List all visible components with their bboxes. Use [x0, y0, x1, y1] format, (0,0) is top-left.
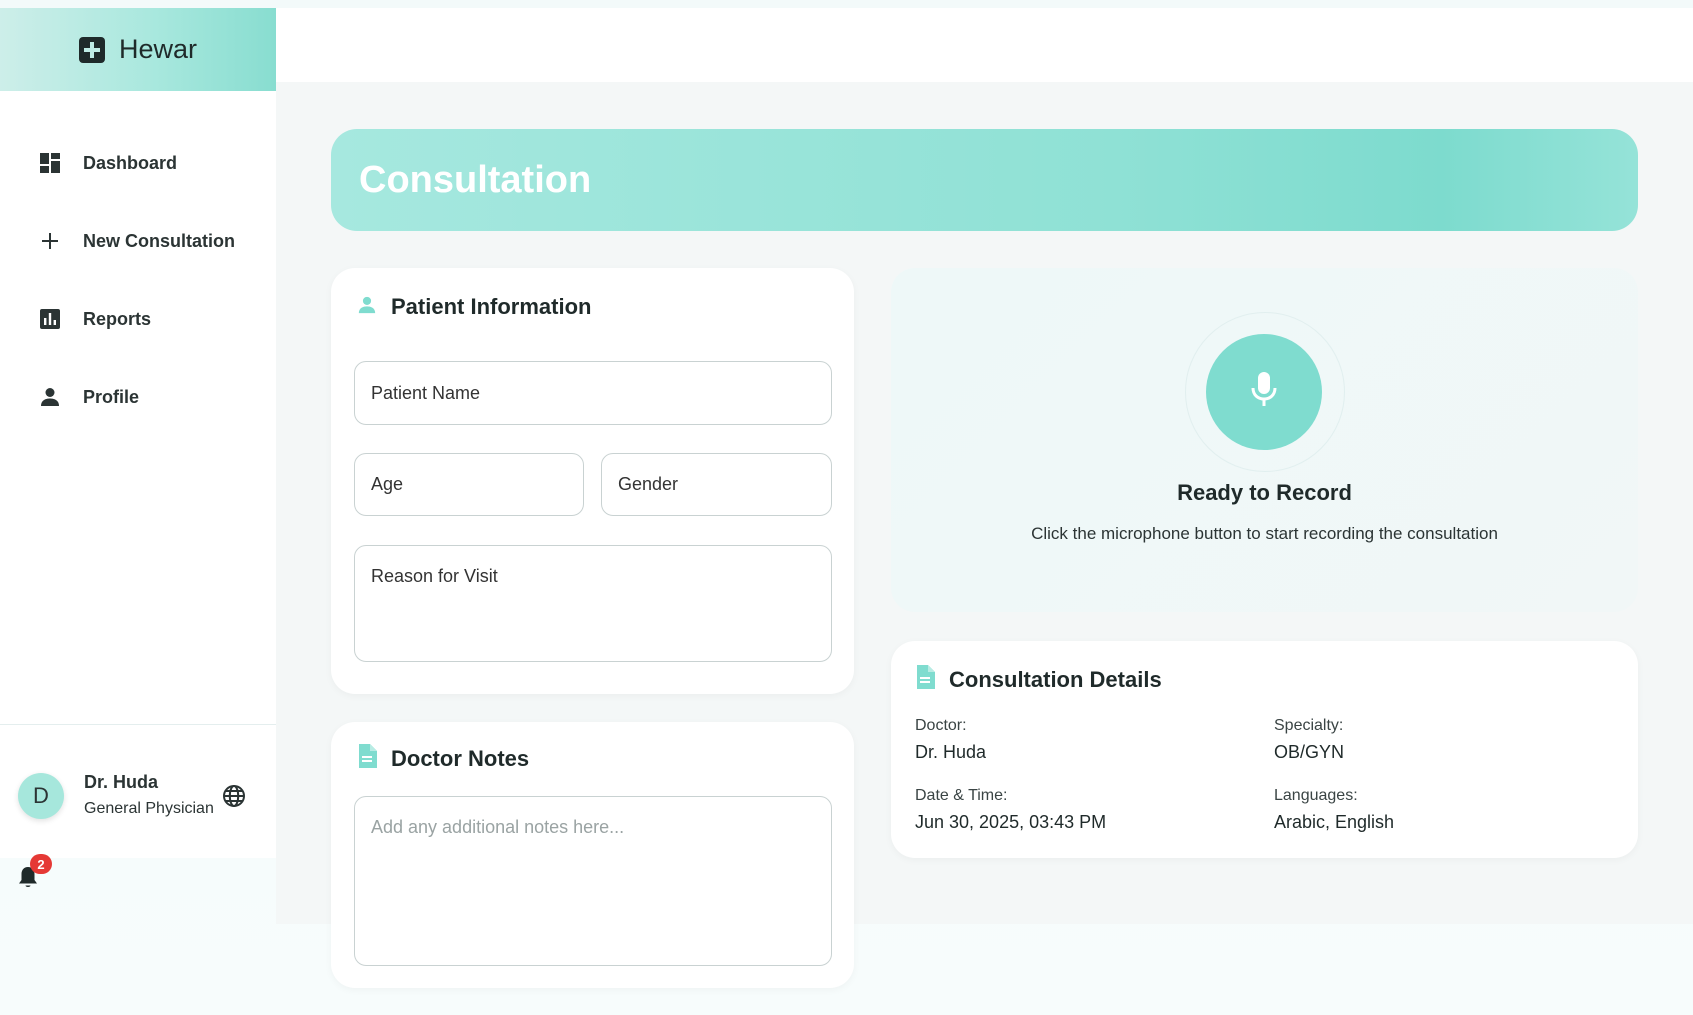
dashboard-icon [39, 152, 61, 174]
card-header: Patient Information [357, 294, 591, 320]
patient-information-card: Patient Information Patient Name Age Gen… [331, 268, 854, 694]
detail-value: OB/GYN [1274, 742, 1345, 762]
gender-input[interactable]: Gender [601, 453, 832, 516]
doctor-notes-card: Doctor Notes Add any additional notes he… [331, 722, 854, 988]
card-header: Consultation Details [915, 665, 1162, 694]
detail-label: Date & Time: [915, 787, 1008, 804]
person-icon [357, 295, 377, 320]
user-name: Dr. Huda [84, 772, 159, 792]
app-root: Hewar Dashboard New Consultation Reports [0, 0, 1693, 1015]
recorder-panel: Ready to Record Click the microphone but… [891, 268, 1638, 612]
reason-for-visit-textarea[interactable]: Reason for Visit [354, 545, 832, 662]
user-panel: D Dr. Huda General Physician [0, 726, 276, 866]
divider [0, 724, 276, 725]
detail-languages: Languages: Arabic, English [1274, 787, 1394, 833]
avatar[interactable]: D [18, 773, 64, 819]
microphone-icon [1247, 370, 1281, 415]
patient-name-input[interactable]: Patient Name [354, 361, 832, 425]
card-header: Doctor Notes [357, 744, 529, 773]
brand-logo[interactable]: Hewar [0, 8, 276, 91]
user-role: General Physician [84, 800, 214, 817]
document-icon [915, 665, 935, 694]
notification-badge: 2 [30, 854, 52, 874]
globe-icon[interactable] [222, 784, 246, 808]
sidebar-item-reports[interactable]: Reports [0, 280, 276, 358]
detail-label: Doctor: [915, 717, 967, 734]
person-icon [39, 386, 61, 408]
app-name: Hewar [118, 34, 198, 64]
sidebar-item-label: Dashboard [83, 152, 178, 173]
page-header: Consultation [331, 129, 1638, 231]
detail-label: Languages: [1274, 787, 1358, 804]
age-input[interactable]: Age [354, 453, 584, 516]
sidebar-item-label: Reports [83, 308, 152, 329]
detail-label: Specialty: [1274, 717, 1344, 734]
sidebar-item-label: New Consultation [83, 230, 235, 251]
sidebar: Hewar Dashboard New Consultation Reports [0, 8, 276, 858]
detail-doctor: Doctor: Dr. Huda [915, 717, 986, 763]
user-info: Dr. Huda General Physician [84, 772, 214, 820]
consultation-details-card: Consultation Details Doctor: Dr. Huda Sp… [891, 641, 1638, 858]
card-title: Consultation Details [949, 666, 1162, 692]
card-title: Patient Information [391, 294, 592, 319]
recorder-subtitle: Click the microphone button to start rec… [1031, 524, 1498, 543]
medical-cross-icon [78, 36, 105, 63]
detail-value: Dr. Huda [915, 742, 987, 762]
detail-specialty: Specialty: OB/GYN [1274, 717, 1344, 763]
recorder-title: Ready to Record [1177, 480, 1352, 505]
sidebar-nav: Dashboard New Consultation Reports Profi… [0, 124, 276, 436]
detail-value: Arabic, English [1274, 812, 1395, 832]
plus-icon [39, 230, 61, 252]
top-bar [276, 8, 1693, 82]
doctor-notes-textarea[interactable]: Add any additional notes here... [354, 796, 832, 966]
sidebar-item-profile[interactable]: Profile [0, 358, 276, 436]
card-title: Doctor Notes [391, 745, 530, 771]
sidebar-item-dashboard[interactable]: Dashboard [0, 124, 276, 202]
detail-value: Jun 30, 2025, 03:43 PM [915, 812, 1107, 832]
document-icon [357, 744, 377, 773]
detail-date-time: Date & Time: Jun 30, 2025, 03:43 PM [915, 787, 1106, 833]
sidebar-item-label: Profile [83, 386, 140, 407]
page-title: Consultation [359, 158, 592, 201]
record-button[interactable] [1206, 334, 1322, 450]
bar-chart-icon [39, 308, 61, 330]
sidebar-item-new-consultation[interactable]: New Consultation [0, 202, 276, 280]
